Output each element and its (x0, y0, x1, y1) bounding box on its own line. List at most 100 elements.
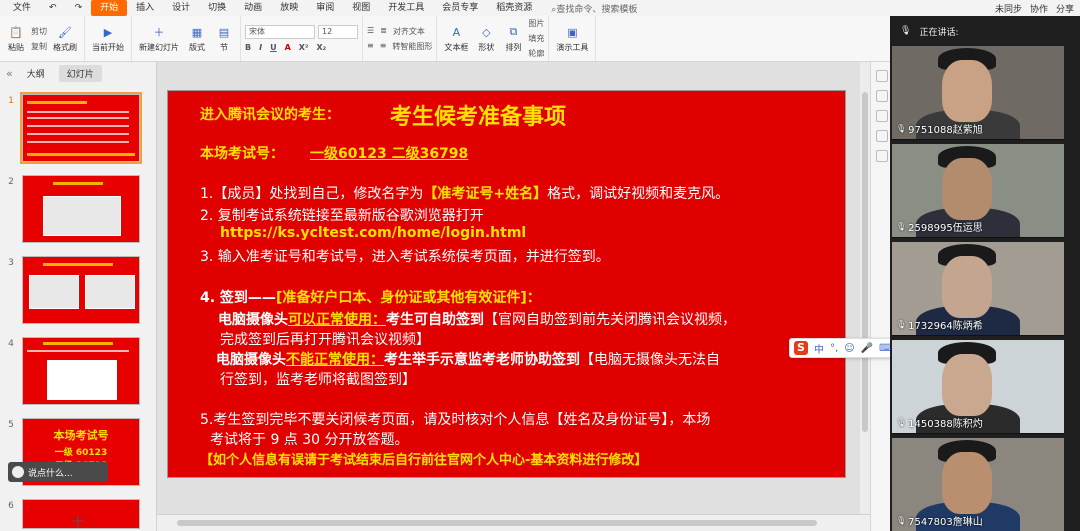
menu-view[interactable]: 视图 (343, 0, 379, 16)
shape-button[interactable]: ◇ 形状 (474, 24, 498, 53)
command-search[interactable]: ⌕查找命令、搜索模板 (551, 2, 637, 15)
menu-slideshow[interactable]: 放映 (271, 0, 307, 16)
outline-button[interactable]: 轮廓 (528, 48, 544, 59)
emoji-icon (12, 466, 24, 478)
cam-bad-note: 【电脑无摄像头无法自 (580, 352, 720, 368)
play-from-current-button[interactable]: ▶ 当前开始 (89, 24, 127, 53)
menu-developer[interactable]: 开发工具 (379, 0, 433, 16)
undo-icon[interactable]: ↶ (40, 0, 66, 16)
menu-member[interactable]: 会员专享 (433, 0, 487, 16)
menu-file[interactable]: 文件 (4, 0, 40, 16)
copy-button[interactable]: 复制 (31, 41, 47, 52)
slide-editor: 进入腾讯会议的考生： 考生候考准备事项 本场考试号： 一级60123 二级367… (157, 62, 870, 514)
collab-button[interactable]: 协作 (1030, 2, 1048, 15)
clipboard-group: 📋 粘贴 剪切 复制 🖌 格式刷 (0, 16, 85, 61)
presenter-tools-button[interactable]: ▣ 演示工具 (553, 24, 591, 53)
menu-transition[interactable]: 切换 (199, 0, 235, 16)
add-slide-icon[interactable]: ＋ (70, 508, 86, 531)
menu-review[interactable]: 审阅 (307, 0, 343, 16)
paste-button[interactable]: 📋 粘贴 (4, 24, 28, 53)
pane-icon[interactable] (875, 110, 888, 122)
bullets-icon[interactable]: ☰ (367, 26, 374, 37)
participant-name: 2598995伍运思 (908, 223, 983, 234)
font-group: 宋体 12 B I U A X² X₂ (241, 16, 363, 61)
sync-status[interactable]: 未同步 (995, 2, 1022, 15)
item5-text: 5.考生签到完毕不要关闭候考页面，请及时核对个人信息【姓名及身份证号】，本场 (200, 412, 711, 428)
new-slide-icon: ＋ (153, 26, 165, 39)
video-tile[interactable]: 🎙 1450388陈积灼 (892, 340, 1064, 434)
slide-number: 2 (8, 177, 14, 187)
align-center-icon[interactable]: ≡ (380, 41, 387, 52)
voice-icon[interactable]: 🎤 (861, 343, 873, 354)
share-button[interactable]: 分享 (1056, 2, 1074, 15)
cam-ok-note: 【官网自助签到前先关闭腾讯会议视频， (484, 312, 736, 328)
cam-bad-status: 不能正常使用： (286, 352, 384, 368)
presenter-group: ▣ 演示工具 (549, 16, 597, 61)
pane-icon[interactable] (875, 90, 888, 102)
italic-icon[interactable]: I (259, 43, 262, 52)
video-tile[interactable]: 🎙 9751088赵紫旭 (892, 46, 1064, 140)
item2-text: 2. 复制考试系统链接至最新版谷歌浏览器打开 (200, 208, 484, 224)
picture-button[interactable]: 图片 (528, 18, 544, 29)
pane-icon[interactable] (875, 150, 888, 162)
item4-docs: [准备好户口本、身份证或其他有效证件]： (275, 290, 541, 306)
slide-thumbnail[interactable] (22, 337, 140, 405)
video-tile[interactable]: 🎙 7547803詹琳山 (892, 438, 1064, 531)
align-left-icon[interactable]: ≡ (367, 41, 374, 52)
slide-thumbnail[interactable] (22, 256, 140, 324)
punctuation-icon[interactable]: °, (830, 343, 838, 354)
pane-icon[interactable] (875, 70, 888, 82)
slide-thumb-row[interactable]: 3 (0, 256, 157, 324)
collapse-panel-icon[interactable]: « (6, 67, 13, 80)
video-tile[interactable]: 🎙 1732964陈炳希 (892, 242, 1064, 336)
redo-icon[interactable]: ↷ (66, 0, 92, 16)
superscript-icon[interactable]: X² (299, 43, 309, 52)
item5-time: 考试将于 9 点 30 分开放答题。 (210, 432, 409, 448)
font-family-select[interactable]: 宋体 (245, 25, 315, 39)
font-size-select[interactable]: 12 (318, 25, 358, 39)
numbering-icon[interactable]: ≣ (380, 26, 387, 37)
participant-name: 9751088赵紫旭 (908, 125, 983, 136)
tab-slides[interactable]: 幻灯片 (58, 64, 102, 82)
ime-mode[interactable]: 中 (814, 341, 824, 356)
comment-input[interactable]: 说点什么... (8, 462, 108, 482)
format-painter-button[interactable]: 🖌 格式刷 (50, 24, 80, 53)
mic-icon: 🎙 (896, 320, 907, 329)
new-slide-button[interactable]: ＋新建幻灯片 (136, 24, 182, 53)
video-tile[interactable]: 🎙 2598995伍运思 (892, 144, 1064, 238)
textbox-button[interactable]: A 文本框 (441, 24, 471, 53)
slide-thumbnail[interactable] (20, 92, 142, 164)
menu-docer[interactable]: 稻壳资源 (487, 0, 541, 16)
slide-thumb-row[interactable]: 1 (0, 92, 157, 164)
slide-thumb-row[interactable]: 2 (0, 175, 157, 243)
slide-lead: 进入腾讯会议的考生： (200, 107, 340, 123)
emoji-icon[interactable]: ☺ (844, 343, 854, 354)
menu-home[interactable]: 开始 (91, 0, 128, 16)
tab-outline[interactable]: 大纲 (19, 65, 53, 82)
menu-design[interactable]: 设计 (163, 0, 199, 16)
bold-icon[interactable]: B (245, 43, 251, 52)
cam-ok-label: 电脑摄像头 (218, 312, 288, 328)
layout-button[interactable]: ▦ 版式 (185, 24, 209, 53)
slide-number: 1 (8, 96, 14, 106)
meeting-video-panel: 🎙 正在讲话: 🎙 9751088赵紫旭 🎙 2598995伍运思 🎙 1732964… (890, 16, 1080, 531)
arrange-button[interactable]: ⧉ 排列 (501, 24, 525, 53)
align-text-button[interactable]: 对齐文本 (393, 26, 425, 37)
slide-thumb-row[interactable]: 4 (0, 337, 157, 405)
section-button[interactable]: ▤ 节 (212, 24, 236, 53)
participant-name: 7547803詹琳山 (908, 517, 983, 528)
underline-icon[interactable]: U (270, 43, 277, 52)
vertical-scrollbar[interactable] (860, 62, 870, 514)
font-color-icon[interactable]: A (285, 43, 291, 52)
slide-canvas[interactable]: 进入腾讯会议的考生： 考生候考准备事项 本场考试号： 一级60123 二级367… (167, 90, 846, 478)
cut-button[interactable]: 剪切 (31, 26, 47, 37)
to-smartart-button[interactable]: 转智能图形 (392, 41, 432, 52)
subscript-icon[interactable]: X₂ (316, 43, 326, 52)
mic-icon: 🎙 (900, 26, 912, 36)
horizontal-scrollbar[interactable] (157, 514, 870, 531)
slide-thumbnail[interactable] (22, 175, 140, 243)
pane-icon[interactable] (875, 130, 888, 142)
fill-button[interactable]: 填充 (528, 33, 544, 44)
menu-animation[interactable]: 动画 (235, 0, 271, 16)
menu-insert[interactable]: 插入 (127, 0, 163, 16)
